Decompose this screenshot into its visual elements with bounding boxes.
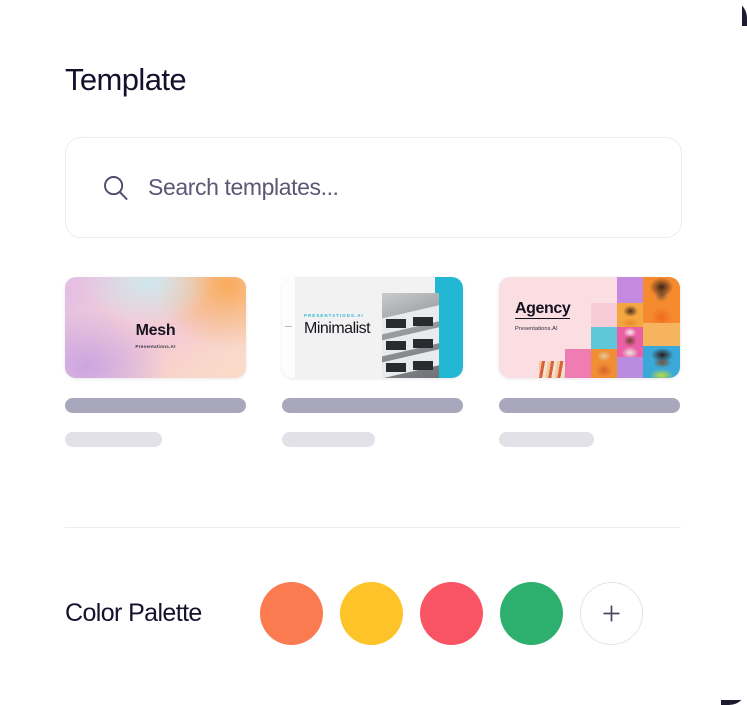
color-swatch-yellow[interactable] [339, 581, 403, 645]
agency-subtitle: Presentations.AI [515, 326, 558, 332]
template-skeleton-mesh [65, 398, 246, 447]
color-palette-section: Color Palette [65, 578, 682, 648]
minimalist-text-block: PRESENTATIONS.AI Minimalist [304, 313, 371, 337]
agency-title: Agency [515, 300, 571, 319]
template-skeleton-agency [499, 398, 680, 447]
template-card-agency[interactable]: Agency Presentations.AI [499, 277, 680, 447]
plus-icon [603, 604, 620, 622]
template-panel: Template Mesh Presentations.AI [0, 0, 747, 705]
skeleton-line-primary [282, 398, 463, 413]
mesh-subtitle: Presentations.AI [135, 344, 176, 349]
skeleton-line-secondary [499, 432, 594, 447]
template-skeleton-minimalist [282, 398, 463, 447]
search-icon [104, 175, 128, 200]
template-thumbnail-agency[interactable]: Agency Presentations.AI [499, 277, 680, 378]
skeleton-line-secondary [65, 432, 162, 447]
template-grid: Mesh Presentations.AI PRESENTATIONS.AI M… [65, 277, 682, 447]
agency-text-block: Agency Presentations.AI [515, 300, 571, 332]
template-thumbnail-mesh[interactable]: Mesh Presentations.AI [65, 277, 246, 378]
page-title: Template [65, 62, 187, 97]
mesh-text-block: Mesh Presentations.AI [65, 322, 246, 350]
window-corner-marker-top-right [742, 0, 747, 26]
color-swatch-green[interactable] [499, 581, 563, 645]
minimalist-accent-bar [435, 277, 463, 378]
skeleton-line-secondary [282, 432, 375, 447]
template-card-minimalist[interactable]: PRESENTATIONS.AI Minimalist [282, 277, 463, 447]
search-bar[interactable] [65, 137, 682, 238]
minimalist-title: Minimalist [304, 320, 371, 337]
minimalist-side-rail [282, 277, 295, 378]
template-thumbnail-minimalist[interactable]: PRESENTATIONS.AI Minimalist [282, 277, 463, 378]
skeleton-line-primary [65, 398, 246, 413]
template-card-mesh[interactable]: Mesh Presentations.AI [65, 277, 246, 447]
section-divider [65, 527, 681, 528]
color-swatch-red[interactable] [419, 581, 483, 645]
add-color-button[interactable] [579, 581, 643, 645]
color-swatch-list [259, 581, 643, 645]
minimalist-photo [382, 293, 439, 378]
skeleton-line-primary [499, 398, 680, 413]
mesh-title: Mesh [135, 322, 176, 339]
color-swatch-orange[interactable] [259, 581, 323, 645]
window-corner-marker-bottom-right [721, 700, 747, 705]
minimalist-kicker: PRESENTATIONS.AI [304, 313, 364, 318]
color-palette-label: Color Palette [65, 598, 202, 627]
search-input[interactable] [148, 174, 628, 201]
